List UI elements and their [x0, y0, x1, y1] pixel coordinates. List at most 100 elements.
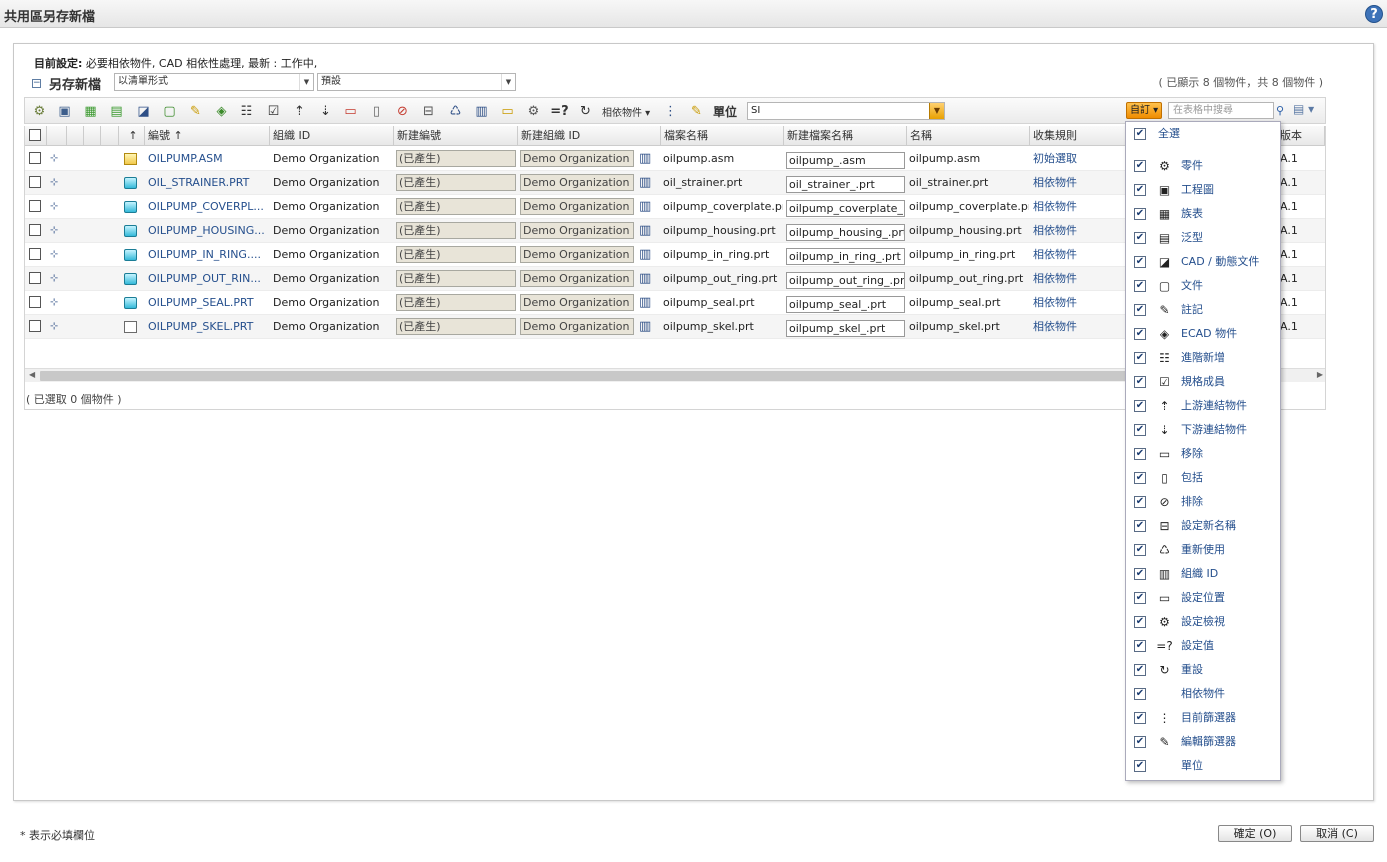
- new-file-input[interactable]: oilpump_housing_.prt: [786, 224, 905, 241]
- checkbox-checked[interactable]: ✔: [1134, 592, 1146, 604]
- number-link[interactable]: OILPUMP_SKEL.PRT: [148, 315, 270, 339]
- menu-item[interactable]: ✔ ▥ 組織 ID: [1126, 562, 1280, 586]
- new-number-field[interactable]: (已產生): [396, 246, 516, 263]
- dependents-dropdown[interactable]: 相依物件 ▾: [602, 104, 650, 119]
- org-picker-icon[interactable]: ▥: [639, 267, 651, 291]
- new-org-field[interactable]: Demo Organization: [520, 318, 634, 335]
- col-org[interactable]: 組織 ID: [270, 126, 394, 146]
- org-id-icon[interactable]: ▥: [473, 103, 490, 120]
- col-new-number[interactable]: 新建編號: [394, 126, 518, 146]
- row-checkbox[interactable]: [29, 320, 41, 332]
- number-link[interactable]: OILPUMP_SEAL.PRT: [148, 291, 270, 315]
- new-number-field[interactable]: (已產生): [396, 222, 516, 239]
- menu-item[interactable]: ✔ ⊘ 排除: [1126, 490, 1280, 514]
- org-picker-icon[interactable]: ▥: [639, 147, 651, 171]
- scroll-thumb[interactable]: [40, 371, 1130, 381]
- new-org-field[interactable]: Demo Organization: [520, 294, 634, 311]
- checkbox-checked[interactable]: ✔: [1134, 616, 1146, 628]
- menu-item[interactable]: ✔ ✎ 編輯篩選器: [1126, 730, 1280, 754]
- menu-item[interactable]: ✔ ⇡ 上游連結物件: [1126, 394, 1280, 418]
- number-link[interactable]: OILPUMP_OUT_RIN...: [148, 267, 270, 291]
- new-number-field[interactable]: (已產生): [396, 174, 516, 191]
- document-icon[interactable]: ▢: [161, 103, 178, 120]
- new-org-field[interactable]: Demo Organization: [520, 246, 634, 263]
- include-icon[interactable]: ▯: [368, 103, 385, 120]
- structure-icon[interactable]: ⊹: [50, 291, 58, 315]
- col-sort[interactable]: ↑: [119, 126, 145, 146]
- scroll-right-icon[interactable]: ▶: [1317, 370, 1323, 379]
- number-link[interactable]: OILPUMP_IN_RING....: [148, 243, 270, 267]
- org-picker-icon[interactable]: ▥: [639, 195, 651, 219]
- new-file-input[interactable]: oilpump_coverplate_.prt: [786, 200, 905, 217]
- col-number[interactable]: 編號 ↑: [145, 126, 270, 146]
- org-picker-icon[interactable]: ▥: [639, 171, 651, 195]
- org-picker-icon[interactable]: ▥: [639, 243, 651, 267]
- menu-item[interactable]: ✔ ⚙ 設定檢視: [1126, 610, 1280, 634]
- set-value-icon[interactable]: =?: [550, 103, 568, 120]
- new-number-field[interactable]: (已產生): [396, 318, 516, 335]
- checkbox-checked[interactable]: ✔: [1134, 568, 1146, 580]
- menu-item[interactable]: ✔ ⊟ 設定新名稱: [1126, 514, 1280, 538]
- new-org-field[interactable]: Demo Organization: [520, 270, 634, 287]
- checkbox-checked[interactable]: ✔: [1134, 712, 1146, 724]
- ok-button[interactable]: 確定 (O): [1218, 825, 1292, 842]
- checkbox-checked[interactable]: ✔: [1134, 232, 1146, 244]
- menu-item[interactable]: ✔ 相依物件: [1126, 682, 1280, 706]
- new-number-field[interactable]: (已產生): [396, 150, 516, 167]
- row-checkbox[interactable]: [29, 224, 41, 236]
- menu-item[interactable]: ✔ ▤ 泛型: [1126, 226, 1280, 250]
- menu-item[interactable]: ✔ ⚙ 零件: [1126, 154, 1280, 178]
- new-org-field[interactable]: Demo Organization: [520, 174, 634, 191]
- menu-item[interactable]: ✔ ▭ 設定位置: [1126, 586, 1280, 610]
- checkbox-checked[interactable]: ✔: [1134, 472, 1146, 484]
- new-org-field[interactable]: Demo Organization: [520, 222, 634, 239]
- new-file-input[interactable]: oilpump_.asm: [786, 152, 905, 169]
- menu-item[interactable]: ✔ 單位: [1126, 754, 1280, 778]
- row-checkbox[interactable]: [29, 200, 41, 212]
- spec-member-icon[interactable]: ☑: [265, 103, 282, 120]
- current-filter-icon[interactable]: ⋮: [662, 103, 679, 120]
- checkbox-checked[interactable]: ✔: [1134, 376, 1146, 388]
- new-org-field[interactable]: Demo Organization: [520, 150, 634, 167]
- structure-icon[interactable]: ⊹: [50, 315, 58, 339]
- new-file-input[interactable]: oil_strainer_.prt: [786, 176, 905, 193]
- preset-select[interactable]: 預設 ▼: [317, 73, 516, 91]
- family-table-icon[interactable]: ▦: [82, 103, 99, 120]
- menu-item[interactable]: ✔ ↻ 重設: [1126, 658, 1280, 682]
- col-file[interactable]: 檔案名稱: [661, 126, 784, 146]
- exclude-icon[interactable]: ⊘: [394, 103, 411, 120]
- new-file-input[interactable]: oilpump_out_ring_.prt: [786, 272, 905, 289]
- number-link[interactable]: OILPUMP.ASM: [148, 147, 270, 171]
- new-file-input[interactable]: oilpump_seal_.prt: [786, 296, 905, 313]
- row-checkbox[interactable]: [29, 176, 41, 188]
- rename-icon[interactable]: ⊟: [420, 103, 437, 120]
- menu-item[interactable]: ✔ ♺ 重新使用: [1126, 538, 1280, 562]
- new-number-field[interactable]: (已產生): [396, 294, 516, 311]
- checkbox-checked[interactable]: ✔: [1134, 664, 1146, 676]
- structure-icon[interactable]: ⊹: [50, 267, 58, 291]
- menu-item[interactable]: ✔ ☷ 進階新增: [1126, 346, 1280, 370]
- menu-item[interactable]: ✔ ✎ 註記: [1126, 298, 1280, 322]
- drawing-icon[interactable]: ▣: [56, 103, 73, 120]
- checkbox-checked[interactable]: ✔: [1134, 544, 1146, 556]
- checkbox-checked[interactable]: ✔: [1134, 208, 1146, 220]
- menu-item[interactable]: ✔ ▢ 文件: [1126, 274, 1280, 298]
- new-file-input[interactable]: oilpump_skel_.prt: [786, 320, 905, 337]
- checkbox-checked[interactable]: ✔: [1134, 496, 1146, 508]
- annotation-icon[interactable]: ✎: [187, 103, 204, 120]
- scroll-left-icon[interactable]: ◀: [29, 370, 35, 379]
- search-icon[interactable]: ⚲: [1272, 102, 1288, 119]
- checkbox-checked[interactable]: ✔: [1134, 400, 1146, 412]
- checkbox-checked[interactable]: ✔: [1134, 304, 1146, 316]
- col-new-org[interactable]: 新建組織 ID: [518, 126, 661, 146]
- row-checkbox[interactable]: [29, 152, 41, 164]
- row-checkbox[interactable]: [29, 272, 41, 284]
- menu-item[interactable]: ✔ ⇣ 下游連結物件: [1126, 418, 1280, 442]
- menu-item[interactable]: ✔ ◪ CAD / 動態文件: [1126, 250, 1280, 274]
- structure-icon[interactable]: ⊹: [50, 195, 58, 219]
- downstream-icon[interactable]: ⇣: [317, 103, 334, 120]
- checkbox-checked[interactable]: ✔: [1134, 328, 1146, 340]
- menu-item[interactable]: ✔ ▭ 移除: [1126, 442, 1280, 466]
- upstream-icon[interactable]: ⇡: [291, 103, 308, 120]
- menu-select-all[interactable]: ✔ 全選: [1126, 122, 1280, 146]
